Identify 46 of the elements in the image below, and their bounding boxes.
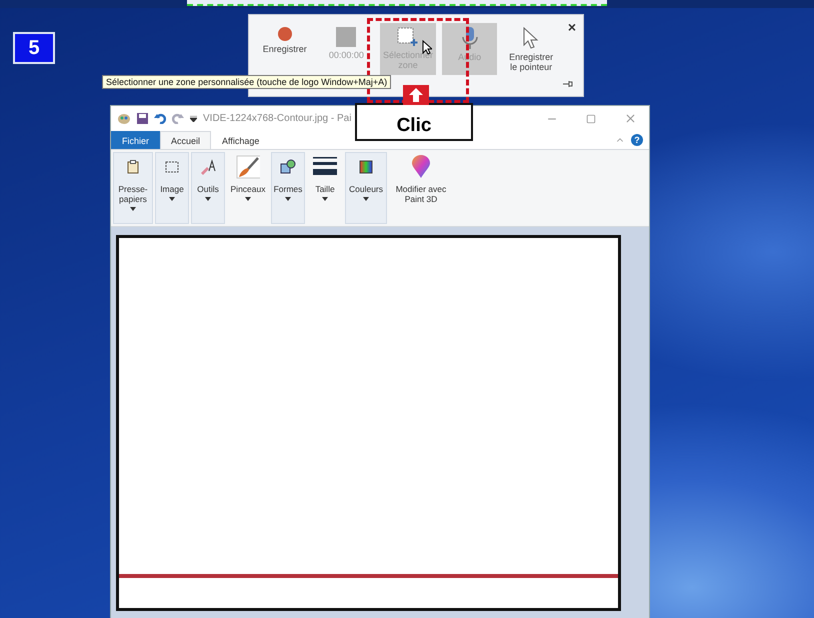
ribbon-button[interactable]: Modifier avec Paint 3D [389, 152, 453, 224]
tooltip: Sélectionner une zone personnalisée (touche de logo Window+Maj+A) [102, 75, 392, 89]
dropdown-caret-icon [169, 197, 175, 201]
help-button[interactable]: ? [631, 134, 643, 146]
ribbon-tab[interactable]: Fichier [111, 131, 160, 149]
save-icon[interactable] [137, 113, 148, 124]
paint-3d-icon [410, 155, 432, 179]
callout-label: Clic [355, 103, 473, 141]
customize-caret-icon[interactable] [190, 116, 197, 122]
pin-icon[interactable] [563, 80, 573, 88]
dropdown-caret-icon [245, 197, 251, 201]
undo-icon[interactable] [154, 113, 166, 124]
window-title: VIDE-1224x768-Contour.jpg - Pai [203, 113, 352, 124]
ribbon-button[interactable]: Presse-papiers [113, 152, 153, 224]
ribbon-button[interactable]: Couleurs [345, 152, 387, 224]
ribbon-button[interactable]: Formes [271, 152, 305, 224]
recorder-button[interactable]: Enregistrer [257, 23, 313, 75]
palette-icon[interactable] [117, 112, 131, 124]
record-icon [278, 27, 292, 41]
ribbon-button[interactable]: Image [155, 152, 189, 224]
clipboard-icon [127, 160, 139, 174]
selection-area-icon [396, 27, 419, 47]
recorder-button[interactable]: Enregistrer le pointeur [503, 23, 559, 75]
ribbon-button[interactable]: Outils [191, 152, 225, 224]
redo-icon[interactable] [172, 113, 184, 124]
line-width-icon [313, 157, 337, 177]
stop-icon [336, 27, 356, 47]
maximize-icon[interactable] [586, 114, 596, 124]
close-button[interactable]: × [568, 19, 576, 35]
ribbon-tab[interactable]: Accueil [160, 131, 212, 149]
pointer-icon [523, 27, 540, 49]
step-badge: 5 [13, 32, 55, 64]
microphone-icon [462, 27, 478, 49]
shapes-icon [280, 159, 296, 175]
dropdown-caret-icon [363, 197, 369, 201]
ribbon-button[interactable]: Pinceaux [227, 152, 269, 224]
color-palette-icon [359, 160, 373, 174]
brush-icon [236, 155, 260, 179]
pencil-text-icon [199, 159, 217, 175]
dropdown-caret-icon [130, 207, 136, 211]
selection-icon [165, 161, 179, 173]
ribbon-button[interactable]: Taille [307, 152, 343, 224]
dropdown-caret-icon [322, 197, 328, 201]
close-icon[interactable] [624, 112, 637, 125]
dropdown-caret-icon [285, 197, 291, 201]
dropdown-caret-icon [205, 197, 211, 201]
